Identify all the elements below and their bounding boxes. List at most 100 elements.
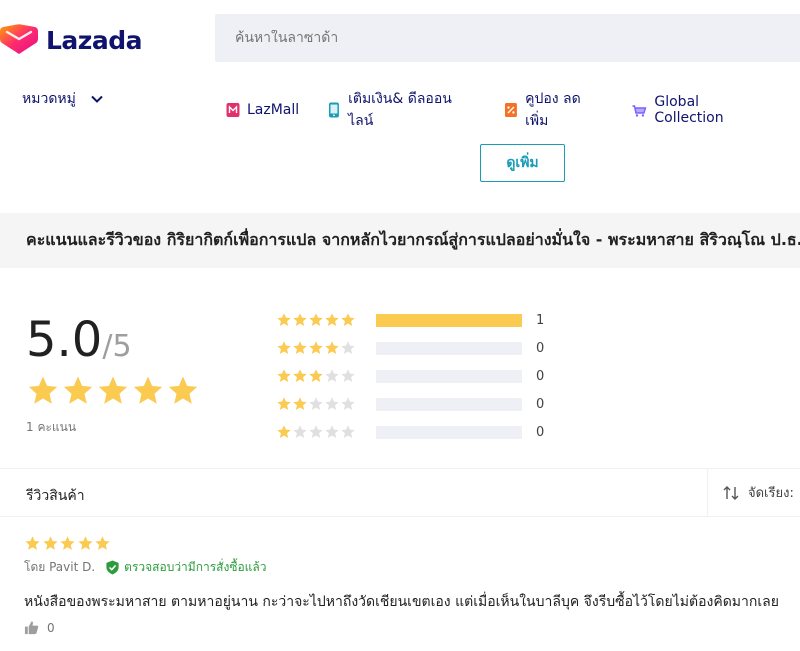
star-filled-icon (77, 536, 93, 550)
star-empty-icon (341, 397, 355, 410)
search-input[interactable] (235, 30, 800, 46)
distribution-stars (276, 340, 376, 356)
global-collection-icon (632, 105, 647, 117)
star-filled-icon (277, 341, 291, 354)
distribution-bar (376, 369, 522, 383)
nav-item-label: เติมเงิน& ดีลออนไลน์ (348, 91, 452, 129)
star-empty-icon (341, 425, 355, 438)
nav-item-label: คูปอง ลดเพิ่ม (525, 91, 581, 129)
star-filled-icon (28, 376, 58, 404)
distribution-count: 0 (536, 396, 545, 412)
distribution-count: 1 (536, 312, 545, 328)
star-filled-icon (42, 536, 58, 550)
review-stars (24, 535, 112, 552)
nav-item-global-collection[interactable]: Global Collection (631, 94, 772, 126)
lazada-logo[interactable]: Lazada (0, 22, 143, 58)
star-filled-icon (277, 397, 291, 410)
category-label: หมวดหมู่ (22, 91, 76, 107)
star-filled-icon (277, 313, 291, 326)
topup-icon (329, 102, 340, 118)
star-empty-icon (341, 341, 355, 354)
distribution-bar-fill (376, 313, 522, 327)
coupon-icon (505, 103, 518, 117)
star-filled-icon (25, 536, 40, 550)
see-more-button[interactable]: ดูเพิ่ม (480, 144, 565, 182)
distribution-bar (376, 397, 522, 411)
reviews-header: รีวิวสินค้า จัดเรียง: (0, 468, 800, 517)
distribution-count: 0 (536, 424, 545, 440)
star-filled-icon (293, 341, 307, 354)
sort-label: จัดเรียง: (748, 486, 794, 501)
star-filled-icon (293, 313, 307, 326)
lazada-heart-icon (0, 24, 38, 54)
distribution-stars (276, 396, 376, 412)
reviews-title: คะแนนและรีวิวของ กิริยากิตก์เพื่อการแปล … (26, 230, 800, 249)
distribution-bar (376, 313, 522, 327)
average-stars (26, 374, 201, 408)
average-denominator: /5 (102, 329, 132, 364)
reviews-band: คะแนนและรีวิวของ กิริยากิตก์เพื่อการแปล … (0, 213, 800, 268)
rating-count: 1 คะแนน (26, 420, 77, 434)
distribution-row-3-star: 0 (276, 362, 544, 390)
sort-dropdown[interactable]: จัดเรียง: (707, 469, 794, 516)
sort-icon (723, 485, 739, 500)
star-filled-icon (325, 341, 339, 354)
average-rating: 5.0 /5 (26, 312, 132, 368)
verified-label: ตรวจสอบว่ามีการสั่งซื้อแล้ว (124, 560, 267, 574)
nav-item-lazmall[interactable]: LazMall (226, 102, 299, 118)
distribution-bar (376, 425, 522, 439)
review-meta: โดย Pavit D. ตรวจสอบว่ามีการสั่งซื้อแล้ว (24, 558, 267, 577)
distribution-stars (276, 424, 376, 440)
star-filled-icon (309, 369, 323, 382)
star-empty-icon (325, 369, 339, 382)
distribution-count: 0 (536, 368, 545, 384)
nav-item-topup[interactable]: เติมเงิน& ดีลออนไลน์ (327, 88, 476, 132)
star-filled-icon (309, 341, 323, 354)
star-filled-icon (98, 376, 128, 404)
lazmall-icon (226, 103, 240, 117)
nav-item-label: Global Collection (654, 94, 724, 126)
nav-item-coupon[interactable]: คูปอง ลดเพิ่ม (504, 88, 603, 132)
distribution-row-5-star: 1 (276, 306, 544, 334)
star-empty-icon (325, 425, 339, 438)
verified-purchase: ตรวจสอบว่ามีการสั่งซื้อแล้ว (105, 558, 267, 577)
top-nav: LazMall เติมเงิน& ดีลออนไลน์ คูปอง ลดเพิ… (226, 88, 800, 132)
star-filled-icon (277, 425, 291, 438)
thumbs-up-icon (24, 621, 39, 635)
like-button[interactable]: 0 (24, 620, 55, 635)
nav-item-label: LazMall (247, 102, 300, 118)
distribution-row-1-star: 0 (276, 418, 544, 446)
verified-shield-icon (106, 560, 119, 575)
average-value: 5.0 (26, 312, 103, 368)
distribution-row-2-star: 0 (276, 390, 544, 418)
star-filled-icon (168, 376, 198, 404)
star-empty-icon (309, 425, 323, 438)
star-filled-icon (341, 313, 355, 326)
distribution-count: 0 (536, 340, 545, 356)
star-empty-icon (325, 397, 339, 410)
star-filled-icon (325, 313, 339, 326)
distribution-stars (276, 312, 376, 328)
like-count: 0 (47, 620, 55, 635)
distribution-stars (276, 368, 376, 384)
category-menu[interactable]: หมวดหมู่ (22, 88, 104, 110)
star-empty-icon (293, 425, 307, 438)
star-filled-icon (95, 536, 110, 550)
star-filled-icon (133, 376, 163, 404)
star-filled-icon (293, 397, 307, 410)
review-text: หนังสือของพระมหาสาย ตามหาอยู่นาน กะว่าจะ… (24, 594, 779, 610)
search-bar[interactable] (215, 14, 800, 62)
distribution-bar (376, 341, 522, 355)
rating-distribution: 1 0 0 0 0 (276, 306, 544, 446)
star-empty-icon (309, 397, 323, 410)
star-filled-icon (63, 376, 93, 404)
star-filled-icon (309, 313, 323, 326)
logo-text: Lazada (46, 25, 143, 55)
star-filled-icon (60, 536, 75, 550)
chevron-down-icon (91, 95, 103, 103)
star-filled-icon (277, 369, 291, 382)
review-author: โดย Pavit D. (24, 560, 96, 574)
star-empty-icon (341, 369, 355, 382)
distribution-row-4-star: 0 (276, 334, 544, 362)
reviews-section-title: รีวิวสินค้า (26, 488, 85, 504)
